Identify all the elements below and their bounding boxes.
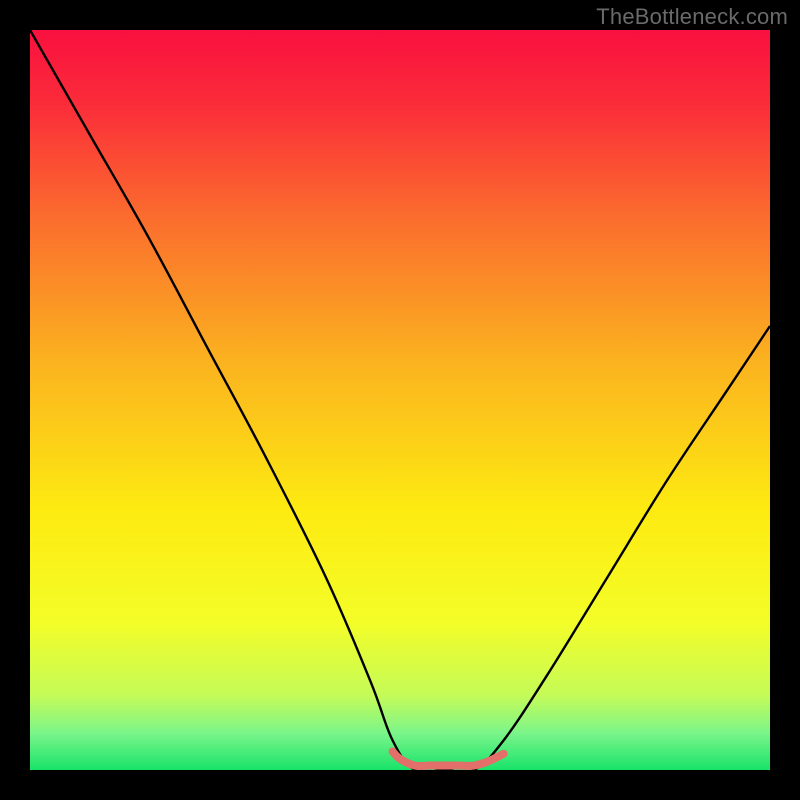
bottleneck-chart [0,0,800,800]
watermark-label: TheBottleneck.com [596,4,788,30]
plot-background-gradient [30,30,770,770]
chart-frame: TheBottleneck.com [0,0,800,800]
